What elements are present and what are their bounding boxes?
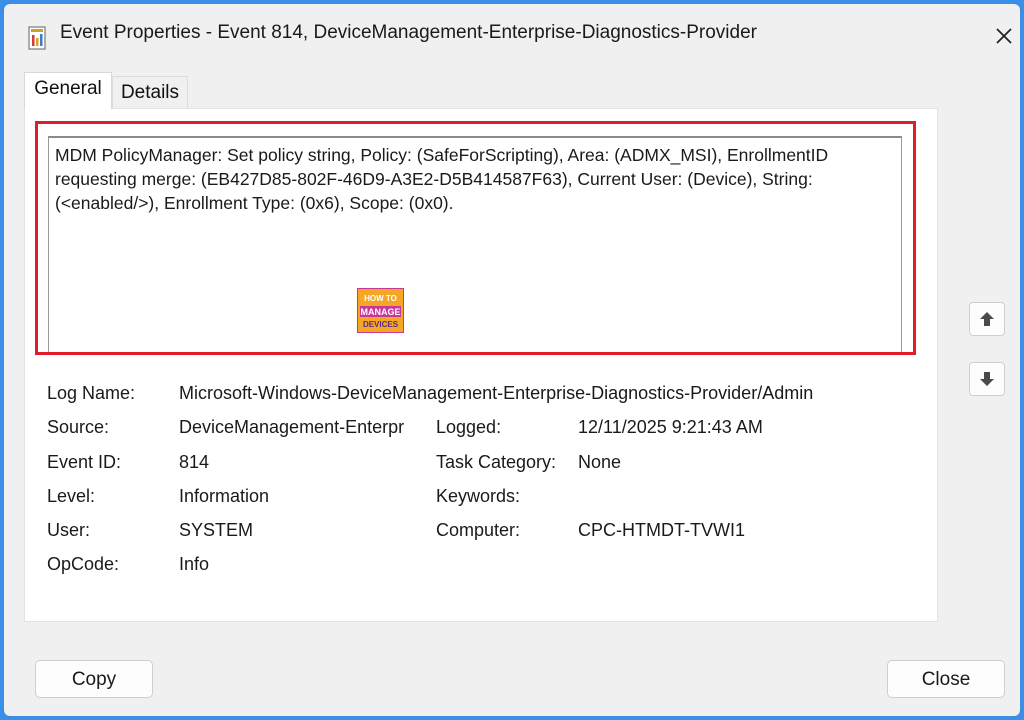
log-name-label: Log Name:: [47, 383, 136, 403]
tab-details[interactable]: Details: [112, 76, 188, 110]
event-description-text: MDM PolicyManager: Set policy string, Po…: [55, 145, 829, 213]
title-bar: Event Properties - Event 814, DeviceMana…: [4, 4, 1020, 66]
task-category-value: None: [578, 452, 622, 472]
user-label: User:: [47, 520, 91, 540]
keywords-label: Keywords:: [436, 486, 521, 506]
log-name-value: Microsoft-Windows-DeviceManagement-Enter…: [179, 383, 814, 403]
logged-label: Logged:: [436, 417, 502, 437]
event-viewer-icon: [28, 26, 46, 50]
arrow-up-icon: [980, 312, 994, 326]
computer-value: CPC-HTMDT-TVWI1: [578, 520, 745, 540]
window-title: Event Properties - Event 814, DeviceMana…: [60, 22, 757, 43]
source-label: Source:: [47, 417, 110, 437]
level-value: Information: [179, 486, 270, 506]
event-id-value: 814: [179, 452, 210, 472]
event-id-label: Event ID:: [47, 452, 122, 472]
copy-button[interactable]: Copy: [35, 660, 153, 698]
event-properties-window: Event Properties - Event 814, DeviceMana…: [4, 4, 1020, 716]
howto-manage-devices-logo: HOW TO MANAGE DEVICES: [356, 287, 405, 334]
previous-event-button[interactable]: [969, 302, 1005, 336]
source-value: DeviceManagement-Enterpr: [179, 417, 405, 437]
logged-value: 12/11/2025 9:21:43 AM: [578, 417, 763, 437]
opcode-label: OpCode:: [47, 554, 120, 574]
next-event-button[interactable]: [969, 362, 1005, 396]
logo-line-3: DEVICES: [363, 320, 399, 329]
task-category-label: Task Category:: [436, 452, 557, 472]
opcode-value: Info: [179, 554, 210, 574]
tab-general[interactable]: General: [24, 72, 112, 109]
logo-line-2: MANAGE: [361, 307, 401, 317]
close-button[interactable]: Close: [887, 660, 1005, 698]
arrow-down-icon: [980, 372, 994, 386]
logo-line-1: HOW TO: [364, 294, 397, 303]
computer-label: Computer:: [436, 520, 521, 540]
level-label: Level:: [47, 486, 96, 506]
user-value: SYSTEM: [179, 520, 254, 540]
close-icon[interactable]: [990, 22, 1018, 50]
